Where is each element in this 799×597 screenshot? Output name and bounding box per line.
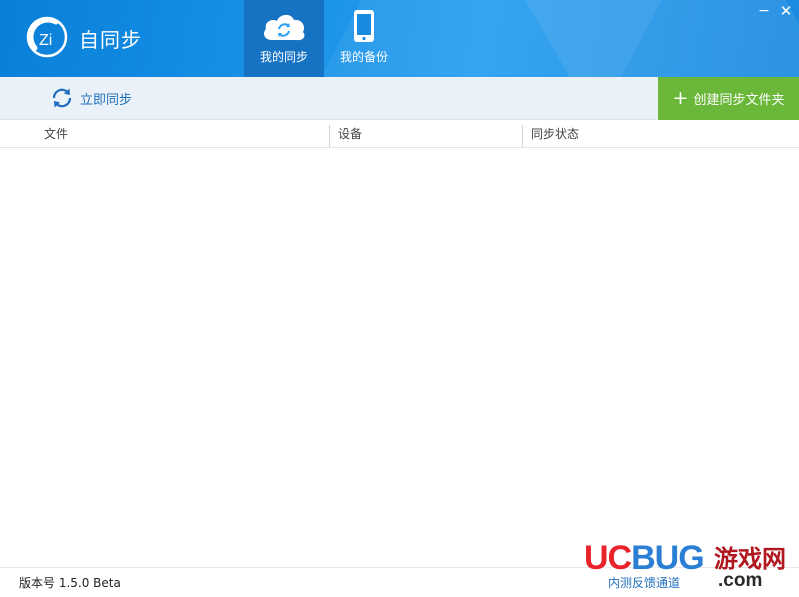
column-header-sync-status[interactable]: 同步状态 [531, 121, 579, 147]
app-logo: Zi [26, 16, 68, 58]
tab-my-sync[interactable]: 我的同步 [244, 0, 324, 77]
sync-now-label: 立即同步 [80, 92, 133, 108]
file-table-header: 文件 设备 同步状态 [0, 121, 799, 148]
column-header-file[interactable]: 文件 [44, 121, 68, 147]
tab-label: 我的备份 [339, 50, 388, 64]
create-sync-folder-button[interactable]: + 创建同步文件夹 [658, 77, 799, 120]
watermark-ucbug: UCBUG [584, 539, 705, 577]
plus-icon: + [672, 87, 689, 109]
app-title: 自同步 [79, 28, 142, 52]
column-divider[interactable] [329, 125, 330, 147]
logo-text: Zi [39, 32, 52, 49]
watermark-com: .com [718, 570, 763, 591]
create-sync-folder-label: 创建同步文件夹 [693, 93, 785, 108]
phone-icon [324, 8, 404, 44]
watermark-bug: BUG [631, 539, 705, 577]
version-label: 版本号 1.5.0 Beta [19, 576, 121, 590]
column-header-device[interactable]: 设备 [338, 121, 362, 147]
sync-now-button[interactable]: 立即同步 [50, 86, 132, 110]
file-table-body[interactable] [0, 148, 799, 567]
tab-my-backup[interactable]: 我的备份 [324, 0, 404, 77]
refresh-icon [52, 88, 72, 108]
watermark-logo: UCBUG 游戏网 .com [584, 540, 794, 596]
watermark-uc: UC [584, 539, 632, 577]
title-bar: Zi 自同步 我的同步 我的备份 − ✕ [0, 0, 799, 77]
cloud-sync-icon [244, 8, 324, 44]
column-divider[interactable] [522, 125, 523, 147]
tab-label: 我的同步 [259, 50, 308, 64]
close-button[interactable]: ✕ [776, 2, 796, 20]
toolbar: 立即同步 + 创建同步文件夹 [0, 77, 799, 120]
minimize-button[interactable]: − [754, 2, 774, 20]
